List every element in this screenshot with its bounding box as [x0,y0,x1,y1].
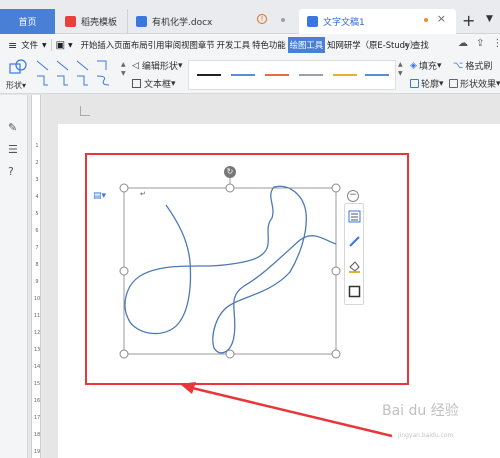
watermark-url: jingyan.baidu.com [398,432,454,439]
outline-icon[interactable] [348,285,361,298]
fill-bucket-icon[interactable] [348,260,361,273]
pen-icon[interactable] [348,235,361,248]
layout-options-icon[interactable]: ▤▾ [93,191,106,201]
paragraph-mark-icon: ↵ [140,190,146,198]
annotation-arrow [180,382,393,438]
shape-quick-tools [344,203,364,305]
collapse-icon[interactable]: − [347,190,359,202]
text-wrap-icon[interactable] [348,210,361,223]
watermark: Bai du 经验 [382,403,459,419]
rotate-icon[interactable]: ↻ [224,166,236,178]
